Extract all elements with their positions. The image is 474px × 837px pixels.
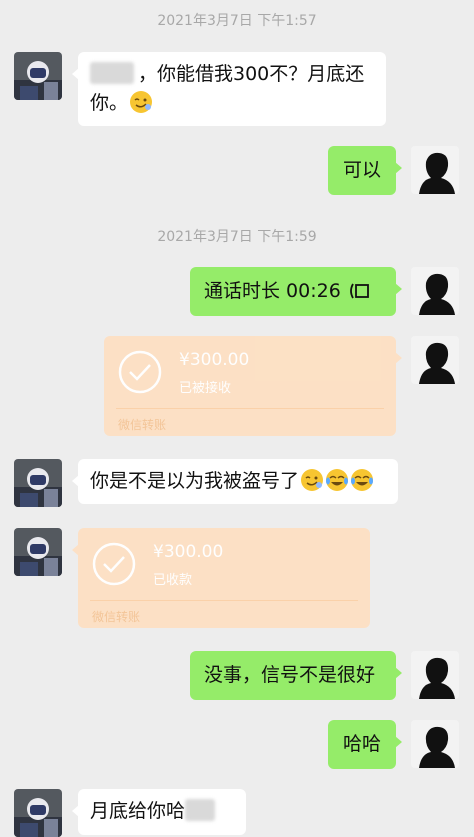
divider xyxy=(90,600,358,601)
contact-avatar[interactable] xyxy=(14,52,62,100)
contact-avatar[interactable] xyxy=(14,459,62,507)
my-avatar[interactable] xyxy=(411,146,459,194)
my-avatar[interactable] xyxy=(411,336,459,384)
contact-avatar[interactable] xyxy=(14,789,62,837)
voice-call-icon xyxy=(349,283,369,299)
transfer-amount: ¥300.00 xyxy=(153,542,224,562)
transfer-footer: 微信转账 xyxy=(92,610,141,624)
transfer-amount: ¥300.00 xyxy=(179,350,250,370)
call-duration-label: 通话时长 00:26 xyxy=(204,280,341,302)
silhouette-avatar-image xyxy=(411,651,459,699)
message-text: 月底给你哈 xyxy=(90,800,186,822)
outgoing-message-bubble[interactable]: 哈哈 xyxy=(328,720,402,769)
message-text: 你是不是以为我被盗号了 xyxy=(90,470,300,492)
my-avatar[interactable] xyxy=(411,651,459,699)
incoming-message-bubble[interactable]: 你是不是以为我被盗号了 xyxy=(72,459,398,504)
voice-call-record[interactable]: 通话时长 00:26 xyxy=(190,267,402,316)
my-avatar[interactable] xyxy=(411,267,459,315)
transfer-footer: 微信转账 xyxy=(118,418,167,432)
checkmark-circle-icon xyxy=(92,542,136,586)
timestamp: 2021年3月7日 下午1:59 xyxy=(157,229,317,245)
silhouette-avatar-image xyxy=(411,267,459,315)
contact-avatar-image xyxy=(14,528,62,576)
smirk-emoji-icon xyxy=(130,91,153,113)
message-text: 哈哈 xyxy=(342,733,381,755)
checkmark-circle-icon xyxy=(118,350,162,394)
silhouette-avatar-image xyxy=(411,720,459,768)
silhouette-avatar-image xyxy=(411,336,459,384)
tears-of-joy-emoji-icon xyxy=(351,469,374,491)
contact-avatar-image xyxy=(14,52,62,100)
contact-avatar-image xyxy=(14,789,62,837)
divider xyxy=(116,408,384,409)
redacted-text xyxy=(185,799,216,821)
redacted-name xyxy=(90,62,134,84)
incoming-message-bubble[interactable]: ，你能借我300不？月底还你。 xyxy=(72,52,386,126)
transfer-status: 已收款 xyxy=(153,573,193,588)
message-text: 可以 xyxy=(342,159,381,181)
message-text: 没事，信号不是很好 xyxy=(204,664,376,686)
transfer-status: 已被接收 xyxy=(179,381,232,396)
timestamp: 2021年3月7日 下午1:57 xyxy=(157,13,317,29)
incoming-message-bubble[interactable]: 月底给你哈 xyxy=(72,789,246,835)
contact-avatar-image xyxy=(14,459,62,507)
transfer-card[interactable]: ¥300.00 已收款 微信转账 xyxy=(72,528,370,628)
my-avatar[interactable] xyxy=(411,720,459,768)
contact-avatar[interactable] xyxy=(14,528,62,576)
tears-of-joy-emoji-icon xyxy=(326,469,349,491)
outgoing-message-bubble[interactable]: 没事，信号不是很好 xyxy=(190,651,402,700)
silhouette-avatar-image xyxy=(411,146,459,194)
outgoing-message-bubble[interactable]: 可以 xyxy=(328,146,402,195)
transfer-card[interactable]: ¥300.00 已被接收 微信转账 xyxy=(104,336,402,436)
smirk-emoji-icon xyxy=(301,469,324,491)
